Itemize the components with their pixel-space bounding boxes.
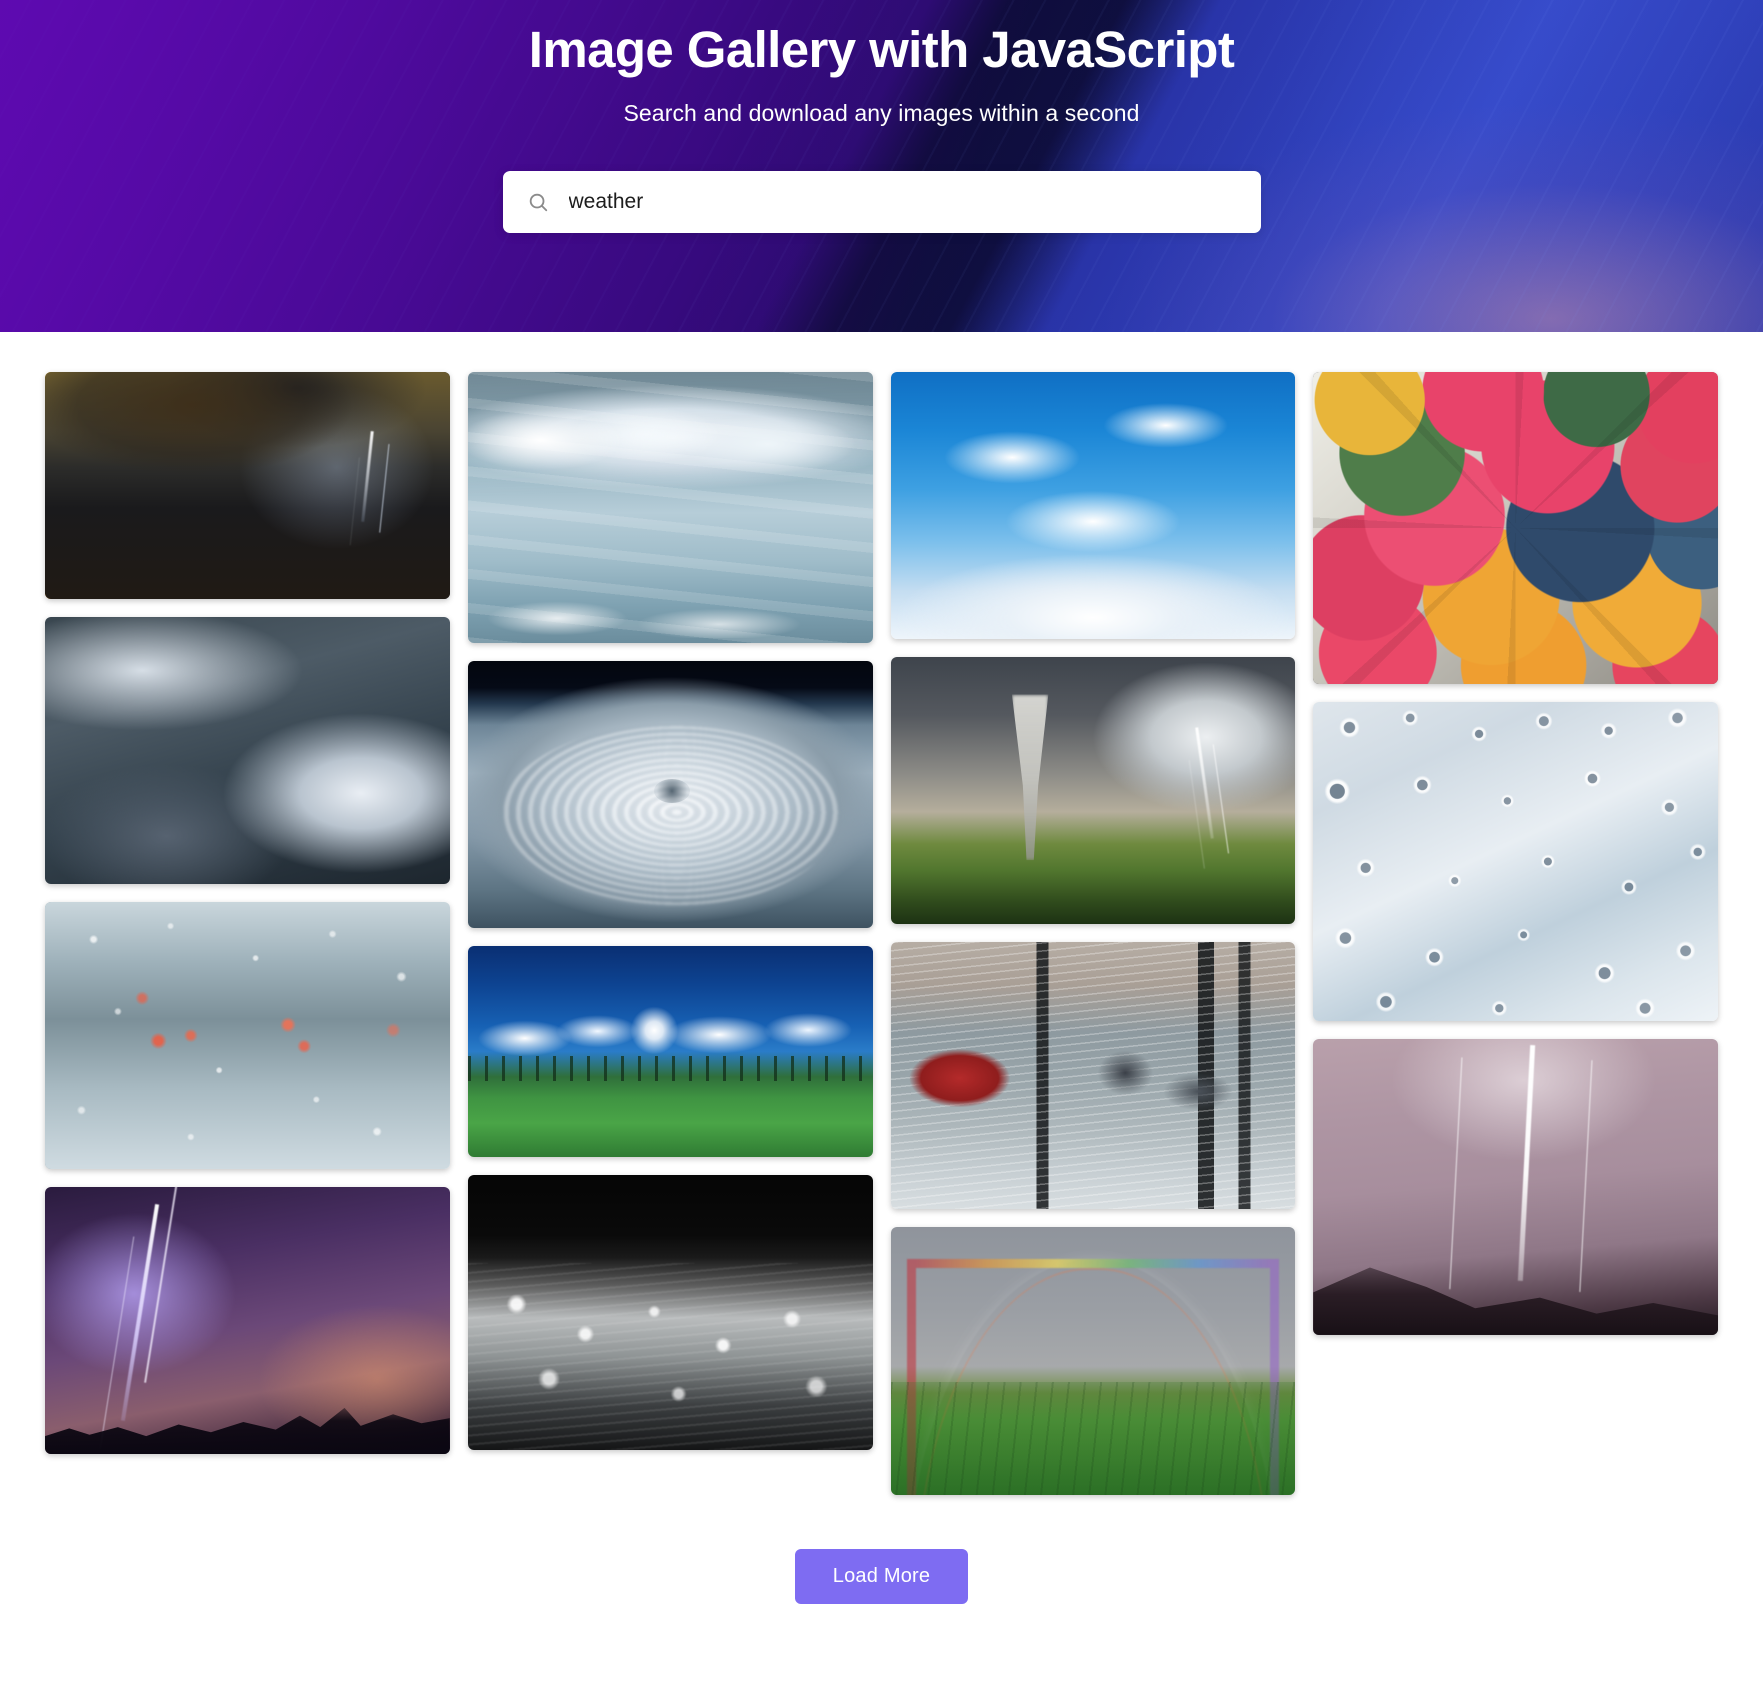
gallery-image-card[interactable]: [1313, 1039, 1718, 1335]
gallery-image: [45, 1186, 450, 1455]
gallery-image: [890, 1227, 1296, 1495]
search-icon: [527, 191, 549, 213]
gallery-column: [1313, 372, 1718, 1513]
gallery-image: [1313, 1039, 1718, 1335]
gallery-image-card[interactable]: [890, 1227, 1296, 1495]
search-input[interactable]: [568, 190, 1237, 215]
gallery-image-artwork: [45, 616, 450, 884]
gallery-image: [1313, 372, 1718, 684]
gallery-image-artwork: [1313, 701, 1718, 1022]
gallery-image-card[interactable]: [467, 372, 873, 644]
gallery-image-artwork: [890, 657, 1296, 925]
gallery-image-card[interactable]: [1313, 701, 1718, 1022]
gallery-image-artwork: [467, 661, 873, 929]
gallery-image-artwork: [45, 1186, 450, 1455]
gallery-column: [467, 372, 873, 1513]
gallery-image: [45, 901, 450, 1169]
gallery-column: [45, 372, 450, 1513]
page-header: Image Gallery with JavaScript Search and…: [0, 0, 1763, 332]
gallery-image: [890, 657, 1296, 925]
gallery-image-card[interactable]: [45, 1186, 450, 1455]
gallery-image-artwork: [45, 901, 450, 1169]
gallery-image: [467, 661, 873, 929]
gallery-image-artwork: [467, 1174, 873, 1450]
gallery-image-artwork: [467, 946, 873, 1157]
gallery-image-card[interactable]: [467, 661, 873, 929]
gallery-image: [45, 372, 450, 599]
gallery-image-artwork: [890, 942, 1296, 1210]
gallery-image-artwork: [1313, 372, 1718, 684]
page-subtitle: Search and download any images within a …: [623, 100, 1140, 127]
image-gallery-grid: [0, 332, 1763, 1513]
gallery-image-card[interactable]: [45, 616, 450, 884]
gallery-footer: Load More: [0, 1513, 1763, 1678]
gallery-image-card[interactable]: [1313, 372, 1718, 684]
load-more-button[interactable]: Load More: [794, 1548, 969, 1604]
gallery-image-artwork: [890, 1227, 1296, 1495]
gallery-image: [890, 372, 1296, 640]
search-bar[interactable]: [502, 171, 1261, 234]
gallery-image-artwork: [467, 372, 873, 644]
gallery-image-card[interactable]: [45, 901, 450, 1169]
gallery-image-card[interactable]: [467, 1174, 873, 1450]
gallery-image-card[interactable]: [890, 657, 1296, 925]
gallery-image-card[interactable]: [45, 372, 450, 599]
gallery-image-card[interactable]: [890, 372, 1296, 640]
gallery-image-card[interactable]: [467, 946, 873, 1157]
gallery-image: [467, 372, 873, 644]
gallery-column: [890, 372, 1296, 1513]
gallery-image: [45, 616, 450, 884]
gallery-image: [467, 1174, 873, 1450]
gallery-image: [1313, 701, 1718, 1022]
gallery-image-artwork: [1313, 1039, 1718, 1335]
gallery-image-artwork: [890, 372, 1296, 640]
gallery-image-card[interactable]: [890, 942, 1296, 1210]
gallery-image: [467, 946, 873, 1157]
gallery-image-artwork: [45, 372, 450, 599]
gallery-image: [890, 942, 1296, 1210]
page-title: Image Gallery with JavaScript: [528, 21, 1235, 78]
